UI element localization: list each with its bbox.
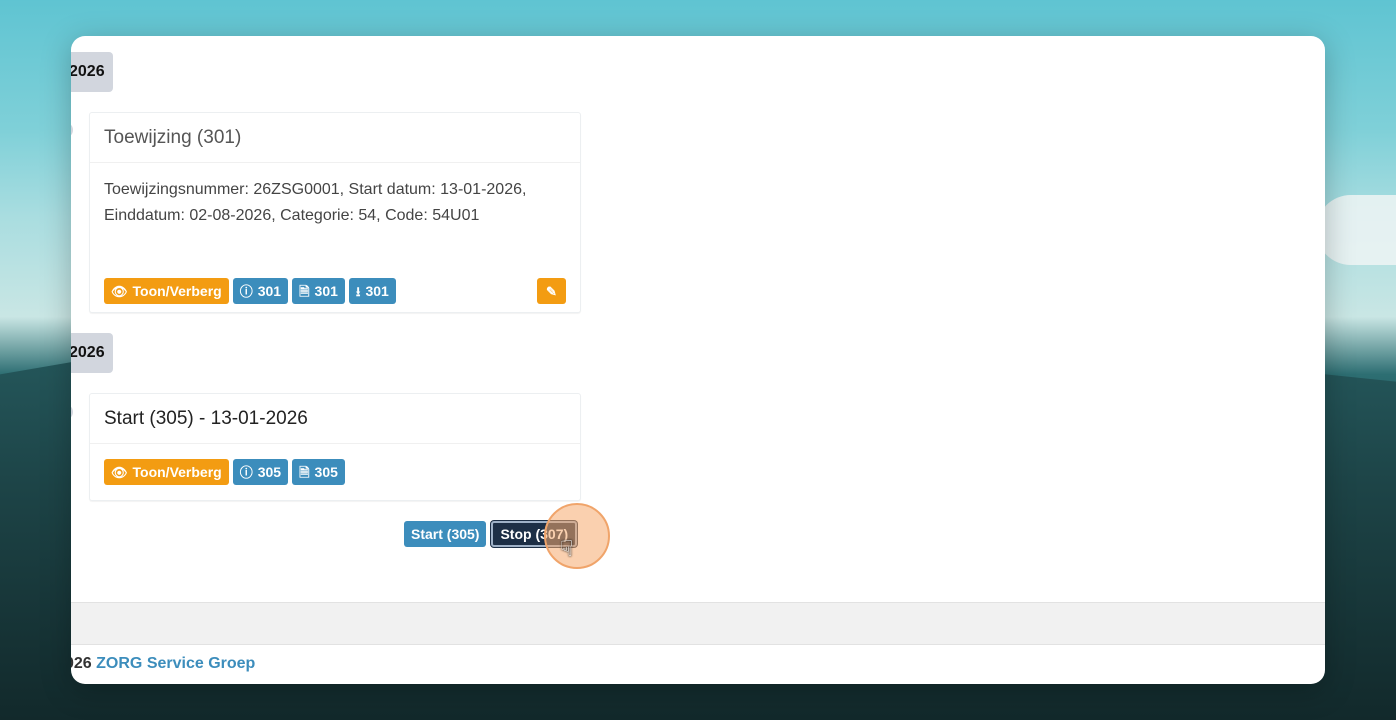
pdf-button[interactable]: 🗎 305 bbox=[292, 459, 345, 485]
start-button[interactable]: Start (305) bbox=[404, 521, 487, 547]
edit-button[interactable]: ✎ bbox=[537, 278, 566, 304]
background-cloud bbox=[1316, 195, 1396, 265]
date-label: 2026 bbox=[71, 344, 105, 361]
pencil-icon: ✎ bbox=[546, 283, 557, 299]
footer-copyright: 026 ZORG Service Groep bbox=[71, 655, 255, 673]
card-header: Toewijzing (301) bbox=[90, 113, 580, 163]
timeline-card-start: Start (305) - 13-01-2026 👁 Toon/Verberg … bbox=[89, 393, 581, 501]
timeline-marker bbox=[71, 404, 73, 420]
card-body: Toewijzingsnummer: 26ZSG0001, Start datu… bbox=[90, 163, 580, 271]
info-icon: ⓘ bbox=[239, 464, 253, 480]
toggle-label: Toon/Verberg bbox=[132, 283, 222, 299]
card-footer: 👁 Toon/Verberg ⓘ 305 🗎 305 bbox=[90, 444, 580, 500]
card-title: Start (305) - 13-01-2026 bbox=[104, 407, 308, 429]
timeline-date-badge: 2026 bbox=[71, 333, 113, 373]
download-label: 301 bbox=[365, 283, 389, 299]
timeline-card-toewijzing: Toewijzing (301) Toewijzingsnummer: 26ZS… bbox=[89, 112, 581, 313]
footer-brand-link[interactable]: ZORG Service Groep bbox=[96, 655, 255, 672]
pdf-label: 305 bbox=[314, 464, 338, 480]
eye-icon: 👁 bbox=[111, 283, 128, 299]
info-button[interactable]: ⓘ 305 bbox=[232, 459, 289, 485]
pdf-label: 301 bbox=[314, 283, 338, 299]
info-label: 305 bbox=[257, 464, 282, 480]
footer-band bbox=[71, 602, 1325, 645]
card-title: Toewijzing (301) bbox=[104, 126, 242, 148]
timeline-marker bbox=[71, 122, 73, 138]
pdf-button[interactable]: 🗎 301 bbox=[292, 278, 345, 304]
card-footer: 👁 Toon/Verberg ⓘ 301 🗎 301 ⭳ 301 ✎ bbox=[90, 271, 580, 311]
click-highlight bbox=[544, 503, 610, 569]
file-pdf-icon: 🗎 bbox=[299, 283, 310, 299]
card-body-line: Toewijzingsnummer: 26ZSG0001, Start datu… bbox=[104, 181, 527, 198]
timeline-date-badge: 2026 bbox=[71, 52, 113, 92]
toggle-label: Toon/Verberg bbox=[132, 464, 222, 480]
download-button[interactable]: ⭳ 301 bbox=[348, 278, 396, 304]
toggle-button[interactable]: 👁 Toon/Verberg bbox=[104, 459, 229, 485]
hand-pointer-icon: ☟ bbox=[560, 536, 574, 561]
footer-year: 026 bbox=[71, 655, 92, 672]
card-body-line: Einddatum: 02-08-2026, Categorie: 54, Co… bbox=[104, 207, 480, 224]
date-label: 2026 bbox=[71, 63, 105, 80]
toggle-button[interactable]: 👁 Toon/Verberg bbox=[104, 278, 229, 304]
file-pdf-icon: 🗎 bbox=[299, 464, 310, 480]
info-label: 301 bbox=[257, 283, 282, 299]
info-button[interactable]: ⓘ 301 bbox=[232, 278, 289, 304]
download-icon: ⭳ bbox=[355, 283, 361, 299]
app-window: 2026 Toewijzing (301) Toewijzingsnummer:… bbox=[71, 36, 1325, 684]
info-icon: ⓘ bbox=[239, 283, 253, 299]
start-label: Start (305) bbox=[411, 526, 480, 542]
eye-icon: 👁 bbox=[111, 464, 128, 480]
card-header: Start (305) - 13-01-2026 bbox=[90, 394, 580, 444]
